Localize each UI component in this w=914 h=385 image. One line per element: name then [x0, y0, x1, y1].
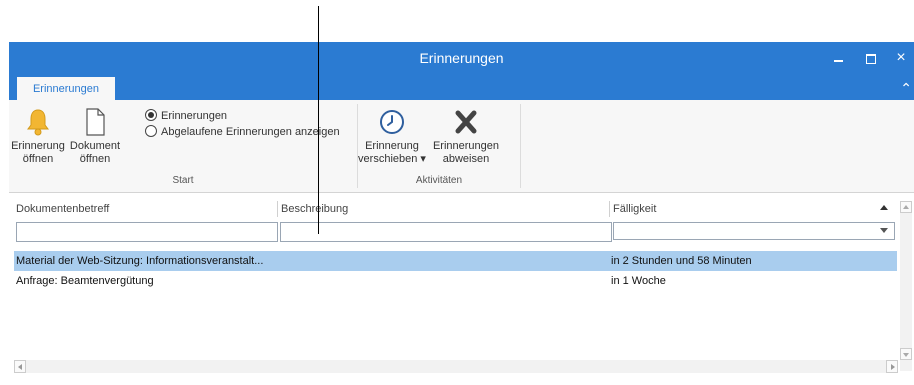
minimize-button[interactable] [829, 48, 849, 68]
sort-ascending-icon[interactable] [880, 205, 888, 210]
maximize-icon [866, 54, 876, 64]
radio-reminders[interactable]: Erinnerungen [145, 109, 345, 123]
group-separator [520, 104, 521, 188]
tab-erinnerungen[interactable]: Erinnerungen [17, 77, 115, 101]
open-document-button[interactable]: Dokument öffnen [67, 108, 123, 166]
chevron-down-icon[interactable] [880, 228, 888, 233]
row-due: in 1 Woche [611, 275, 666, 287]
filter-due-dropdown[interactable] [613, 222, 895, 240]
filter-description-input[interactable] [280, 222, 612, 242]
table-row[interactable]: Anfrage: Beamtenvergütung in 1 Woche [14, 271, 897, 291]
radio-reminders-indicator[interactable] [145, 109, 157, 121]
ribbon-tab-strip [9, 77, 914, 100]
column-header-subject[interactable]: Dokumentenbetreff [16, 201, 276, 217]
ribbon: Erinnerung öffnen Dokument öffnen Erinne… [9, 100, 914, 193]
open-document-label-2: öffnen [79, 153, 111, 165]
snooze-reminder-button[interactable]: Erinnerung verschieben ▾ [358, 108, 426, 166]
arrow-up-icon [903, 205, 909, 209]
dismiss-label-1: Erinnerungen [432, 140, 500, 152]
arrow-left-icon [18, 364, 22, 370]
snooze-label-2: verschieben ▾ [358, 153, 426, 165]
callout-line [318, 6, 319, 234]
open-document-label-1: Dokument [69, 140, 121, 152]
group-label-start: Start [172, 175, 194, 186]
snooze-label-1: Erinnerung [365, 140, 419, 152]
open-reminder-label-1: Erinnerung [11, 140, 65, 152]
clock-icon [380, 110, 404, 134]
vertical-scrollbar[interactable] [900, 201, 912, 371]
close-button[interactable]: × [891, 48, 911, 68]
reminders-window: Erinnerungen × Erinnerungen ⌃ Erinnerung… [9, 42, 914, 385]
arrow-right-icon [891, 364, 895, 370]
radio-reminders-label: Erinnerungen [161, 110, 228, 122]
row-subject: Material der Web-Sitzung: Informationsve… [16, 255, 264, 267]
reminders-grid: Dokumentenbetreff Beschreibung Fälligkei… [9, 197, 914, 385]
scroll-down-button[interactable] [900, 348, 912, 360]
document-icon [86, 108, 105, 136]
row-subject: Anfrage: Beamtenvergütung [16, 275, 154, 287]
filter-subject-input[interactable] [16, 222, 278, 242]
scroll-left-button[interactable] [14, 360, 26, 373]
horizontal-scrollbar[interactable] [14, 360, 898, 373]
window-title: Erinnerungen [419, 50, 504, 66]
bell-icon [27, 109, 49, 136]
dismiss-label-2: abweisen [442, 153, 490, 165]
arrow-down-icon [903, 353, 909, 357]
column-separator[interactable] [277, 201, 278, 217]
open-reminder-button[interactable]: Erinnerung öffnen [9, 108, 67, 166]
open-reminder-label-2: öffnen [22, 153, 54, 165]
minimize-icon [834, 60, 843, 62]
title-bar: Erinnerungen × [9, 42, 914, 77]
maximize-button[interactable] [861, 48, 881, 68]
ribbon-collapse-icon[interactable]: ⌃ [900, 81, 912, 95]
dismiss-reminders-button[interactable]: Erinnerungen abweisen [426, 108, 506, 166]
radio-expired-label: Abgelaufene Erinnerungen anzeigen [161, 126, 340, 138]
radio-expired-indicator[interactable] [145, 125, 157, 137]
table-row[interactable]: Material der Web-Sitzung: Informationsve… [14, 251, 897, 271]
group-label-activities: Aktivitäten [415, 175, 463, 186]
column-header-due[interactable]: Fälligkeit [613, 201, 873, 217]
scroll-up-button[interactable] [900, 201, 912, 213]
radio-expired-reminders[interactable]: Abgelaufene Erinnerungen anzeigen [145, 125, 365, 139]
column-separator[interactable] [609, 201, 610, 217]
scroll-right-button[interactable] [886, 360, 898, 373]
column-header-description[interactable]: Beschreibung [281, 201, 611, 217]
x-icon [455, 110, 477, 134]
row-due: in 2 Stunden und 58 Minuten [611, 255, 752, 267]
close-icon: × [896, 49, 906, 66]
